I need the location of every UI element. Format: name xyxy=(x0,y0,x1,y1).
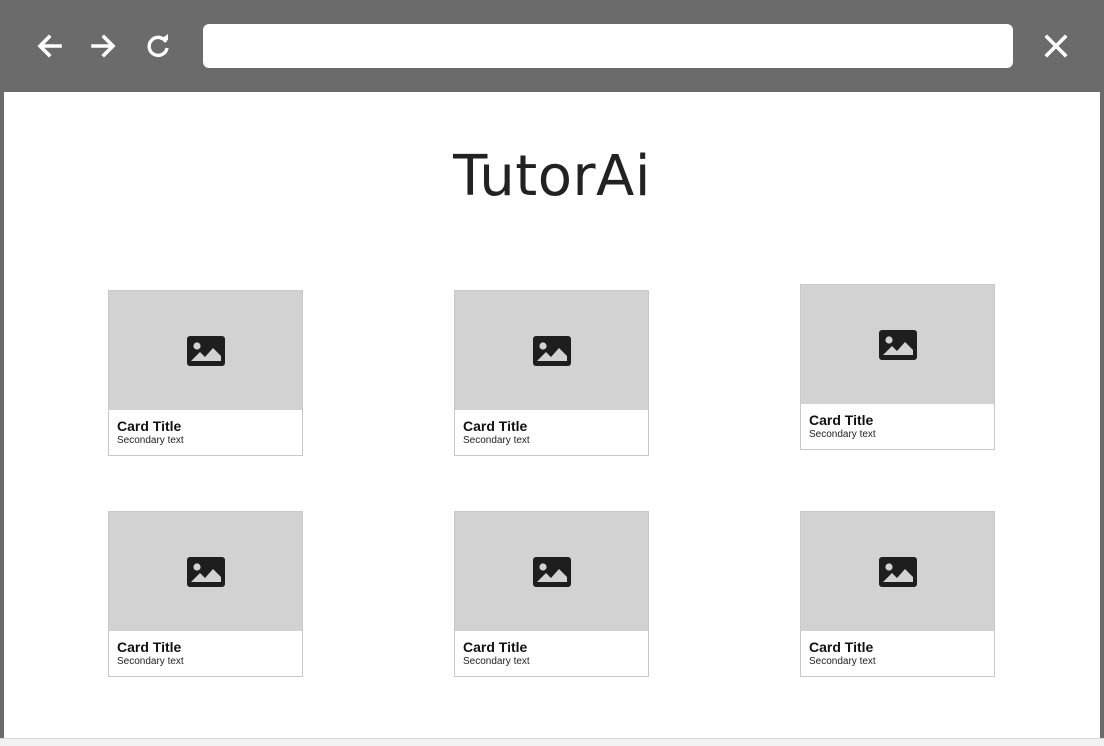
card-4[interactable]: Card Title Secondary text xyxy=(108,511,303,677)
card-title: Card Title xyxy=(117,639,182,655)
reload-icon xyxy=(147,34,169,58)
image-icon xyxy=(878,329,917,360)
back-button[interactable] xyxy=(31,28,67,64)
card-image-placeholder xyxy=(109,512,302,631)
card-secondary-text: Secondary text xyxy=(463,435,530,446)
card-secondary-text: Secondary text xyxy=(117,435,184,446)
card-secondary-text: Secondary text xyxy=(463,656,530,667)
card-title: Card Title xyxy=(463,639,528,655)
card-title: Card Title xyxy=(117,418,182,434)
card-secondary-text: Secondary text xyxy=(117,656,184,667)
image-icon xyxy=(878,556,917,587)
address-bar-input[interactable] xyxy=(203,24,1013,68)
reload-button[interactable] xyxy=(140,28,176,64)
close-icon xyxy=(1044,34,1068,58)
image-icon xyxy=(186,335,225,366)
window-bottom-edge xyxy=(0,738,1104,746)
card-2[interactable]: Card Title Secondary text xyxy=(454,290,649,456)
card-1[interactable]: Card Title Secondary text xyxy=(108,290,303,456)
card-image-placeholder xyxy=(801,285,994,404)
arrow-right-icon xyxy=(91,34,116,58)
card-3[interactable]: Card Title Secondary text xyxy=(800,284,995,450)
forward-button[interactable] xyxy=(86,28,122,64)
card-5[interactable]: Card Title Secondary text xyxy=(454,511,649,677)
image-icon xyxy=(532,556,571,587)
card-image-placeholder xyxy=(455,512,648,631)
card-secondary-text: Secondary text xyxy=(809,656,876,667)
arrow-left-icon xyxy=(37,34,62,58)
page-title: TutorAi xyxy=(453,144,651,209)
image-icon xyxy=(532,335,571,366)
card-image-placeholder xyxy=(801,512,994,631)
close-button[interactable] xyxy=(1038,28,1074,64)
card-secondary-text: Secondary text xyxy=(809,429,876,440)
card-image-placeholder xyxy=(109,291,302,410)
card-title: Card Title xyxy=(809,639,874,655)
card-image-placeholder xyxy=(455,291,648,410)
image-icon xyxy=(186,556,225,587)
browser-toolbar xyxy=(0,0,1104,92)
card-6[interactable]: Card Title Secondary text xyxy=(800,511,995,677)
card-title: Card Title xyxy=(809,412,874,428)
page-viewport: TutorAi Card Title Secondary text Card T… xyxy=(4,92,1100,738)
browser-window: TutorAi Card Title Secondary text Card T… xyxy=(0,0,1104,746)
card-title: Card Title xyxy=(463,418,528,434)
